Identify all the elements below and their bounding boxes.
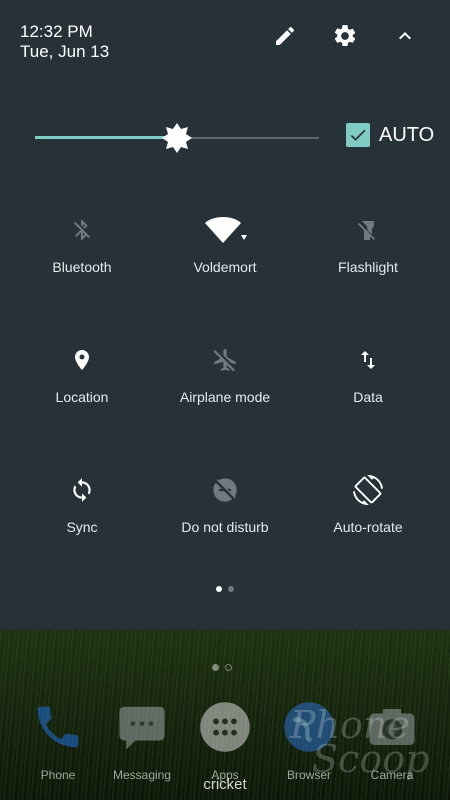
wifi-icon [205, 217, 247, 243]
tile-sync[interactable]: Sync [12, 472, 152, 572]
tile-do-not-disturb[interactable]: Do not disturb [155, 472, 295, 572]
auto-brightness-label: AUTO [379, 124, 435, 146]
airplane-off-icon [213, 349, 236, 372]
tile-label: Auto-rotate [333, 519, 403, 535]
brightness-slider[interactable] [35, 122, 319, 154]
tile-flashlight[interactable]: Flashlight [298, 212, 438, 312]
location-icon [75, 350, 89, 370]
watermark: Phone Scoop [290, 706, 430, 781]
tile-label: Flashlight [338, 259, 398, 275]
home-screen: Phone Messaging Apps Browser Camera Phon… [0, 630, 450, 800]
page-dot [228, 586, 234, 592]
page-indicator [0, 586, 450, 594]
tile-label: Bluetooth [52, 259, 112, 275]
brightness-sun-icon [162, 123, 192, 153]
page-dot-active [216, 586, 222, 592]
tile-location[interactable]: Location [12, 342, 152, 442]
brightness-fill [35, 136, 177, 139]
home-page-indicator [212, 664, 232, 671]
tile-label: Voldemort [193, 259, 257, 275]
watermark-line2: Scoop [312, 737, 430, 781]
collapse-button[interactable] [389, 20, 421, 52]
bluetooth-off-icon [74, 220, 90, 240]
checkmark-icon [350, 129, 366, 141]
tile-auto-rotate[interactable]: Auto-rotate [298, 472, 438, 572]
tile-wifi[interactable]: Voldemort [155, 212, 295, 312]
auto-rotate-icon [353, 475, 383, 505]
sync-icon [73, 478, 91, 502]
phone-icon [37, 706, 79, 748]
tile-label: Location [55, 389, 109, 405]
auto-brightness-checkbox[interactable] [346, 123, 370, 147]
carrier-label: cricket [203, 776, 247, 793]
status-time: 12:32 PM [20, 22, 93, 41]
tile-label: Do not disturb [181, 519, 269, 535]
apps-icon [200, 702, 250, 752]
brightness-thumb[interactable] [161, 122, 193, 154]
tile-bluetooth[interactable]: Bluetooth [12, 212, 152, 312]
settings-button[interactable] [329, 20, 361, 52]
tile-label: Data [353, 389, 383, 405]
tile-label: Sync [66, 519, 98, 535]
quick-settings-panel: 12:32 PM Tue, Jun 13 AUTO Bluetooth Vold… [0, 0, 450, 630]
dnd-off-icon [213, 478, 237, 502]
edit-button[interactable] [269, 20, 301, 52]
home-page-dot-active [212, 664, 219, 671]
data-arrows-icon [361, 351, 375, 369]
flashlight-off-icon [358, 221, 375, 240]
tile-data[interactable]: Data [298, 342, 438, 442]
status-date: Tue, Jun 13 [20, 42, 110, 61]
settings-icon [334, 25, 356, 46]
edit-icon [276, 26, 295, 45]
chevron-up-icon [399, 32, 411, 40]
tile-airplane[interactable]: Airplane mode [155, 342, 295, 442]
messaging-icon [119, 706, 165, 750]
home-page-dot [225, 664, 232, 671]
tile-label: Airplane mode [179, 389, 271, 405]
